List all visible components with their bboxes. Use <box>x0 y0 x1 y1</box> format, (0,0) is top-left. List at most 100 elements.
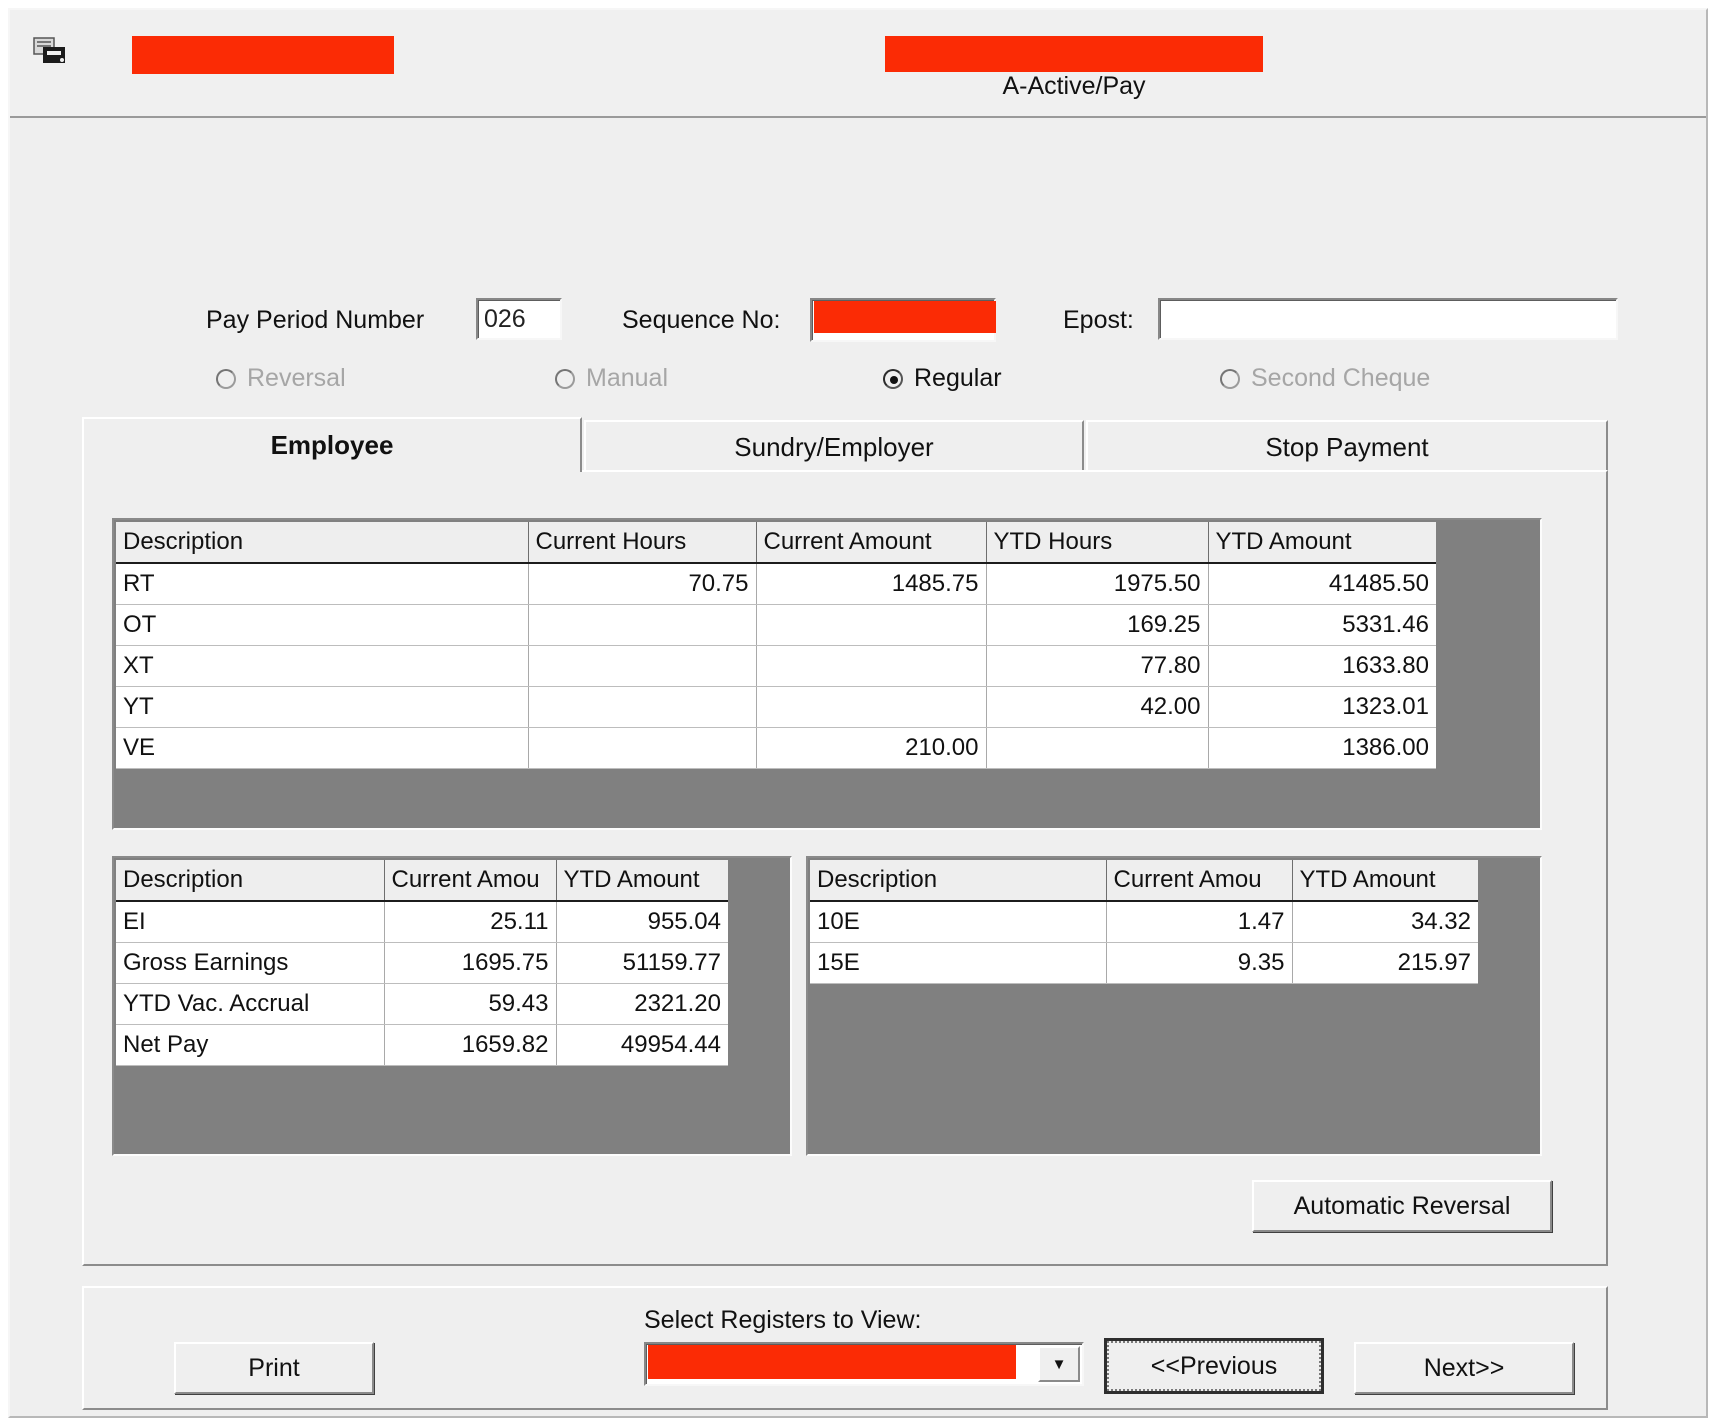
deductions-grid[interactable]: Description Current Amou YTD Amount EI 2… <box>112 856 792 1156</box>
pay-period-value: 026 <box>484 305 526 333</box>
bottom-action-bar: Select Registers to View: ▼ Print <<Prev… <box>82 1286 1608 1410</box>
tab-strip: Employee Sundry/Employer Stop Payment <box>82 417 1608 472</box>
tab-stop-payment-label: Stop Payment <box>1265 431 1429 462</box>
cell-current-amount: 1659.82 <box>384 1024 557 1066</box>
cell-description: YT <box>116 686 529 728</box>
col-description[interactable]: Description <box>116 860 385 902</box>
earnings-grid[interactable]: Description Current Hours Current Amount… <box>112 518 1542 830</box>
radio-manual[interactable]: Manual <box>555 364 668 393</box>
previous-label: <<Previous <box>1107 1341 1321 1391</box>
cell-current-amount <box>756 645 987 687</box>
select-registers-label: Select Registers to View: <box>644 1306 922 1334</box>
cell-description: YTD Vac. Accrual <box>116 983 385 1025</box>
table-row[interactable]: RT 70.75 1485.75 1975.50 41485.50 <box>116 563 1436 605</box>
table-row[interactable]: YT 42.00 1323.01 <box>116 686 1436 728</box>
cell-ytd-amount: 2321.20 <box>556 983 728 1025</box>
radio-second-cheque[interactable]: Second Cheque <box>1220 364 1430 393</box>
col-description[interactable]: Description <box>810 860 1107 902</box>
radio-dot-icon <box>216 368 236 389</box>
table-header-row: Description Current Amou YTD Amount <box>116 860 728 902</box>
sequence-no-input[interactable] <box>810 298 996 342</box>
col-ytd-hours[interactable]: YTD Hours <box>986 522 1209 564</box>
tab-employee[interactable]: Employee <box>82 417 582 472</box>
table-row[interactable]: VE 210.00 1386.00 <box>116 727 1436 769</box>
cell-ytd-amount: 49954.44 <box>556 1024 728 1066</box>
window-title-redacted <box>132 36 394 74</box>
col-description[interactable]: Description <box>116 522 529 564</box>
col-current-amount[interactable]: Current Amou <box>384 860 557 902</box>
cell-ytd-hours: 1975.50 <box>986 563 1209 605</box>
taxes-grid[interactable]: Description Current Amou YTD Amount 10E … <box>806 856 1542 1156</box>
cell-description: OT <box>116 604 529 646</box>
tab-panel: Employee Sundry/Employer Stop Payment De… <box>82 417 1608 1266</box>
register-value-redacted <box>648 1345 1016 1379</box>
pay-period-input[interactable]: 026 <box>476 298 562 340</box>
print-button[interactable]: Print <box>174 1342 374 1394</box>
cell-current-amount <box>756 686 987 728</box>
radio-reversal[interactable]: Reversal <box>216 364 346 393</box>
col-current-hours[interactable]: Current Hours <box>528 522 757 564</box>
cell-description: XT <box>116 645 529 687</box>
cell-ytd-amount: 1633.80 <box>1208 645 1436 687</box>
epost-input[interactable] <box>1158 298 1618 340</box>
table-row[interactable]: OT 169.25 5331.46 <box>116 604 1436 646</box>
cell-description: Net Pay <box>116 1024 385 1066</box>
col-ytd-amount[interactable]: YTD Amount <box>1292 860 1478 902</box>
table-row[interactable]: EI 25.11 955.04 <box>116 901 728 943</box>
cell-description: Gross Earnings <box>116 942 385 984</box>
sequence-no-redacted <box>814 301 996 333</box>
cell-ytd-amount: 1386.00 <box>1208 727 1436 769</box>
table-row[interactable]: Gross Earnings 1695.75 51159.77 <box>116 942 728 984</box>
radio-dot-icon <box>555 368 575 389</box>
tab-sundry-employer[interactable]: Sundry/Employer <box>584 420 1084 472</box>
table-header-row: Description Current Amou YTD Amount <box>810 860 1478 902</box>
sequence-no-label: Sequence No: <box>622 306 781 334</box>
automatic-reversal-button[interactable]: Automatic Reversal <box>1252 1180 1552 1232</box>
next-label: Next>> <box>1423 1353 1505 1382</box>
previous-button[interactable]: <<Previous <box>1104 1338 1324 1394</box>
cell-current-hours <box>528 604 757 646</box>
tab-body-employee: Description Current Hours Current Amount… <box>82 470 1608 1266</box>
cell-ytd-amount: 41485.50 <box>1208 563 1436 605</box>
next-button[interactable]: Next>> <box>1354 1342 1574 1394</box>
cell-current-hours <box>528 645 757 687</box>
cell-ytd-amount: 215.97 <box>1292 942 1478 984</box>
radio-regular[interactable]: Regular <box>883 364 1002 393</box>
tab-employee-label: Employee <box>270 430 394 460</box>
cell-ytd-amount: 34.32 <box>1292 901 1478 943</box>
cell-description: EI <box>116 901 385 943</box>
epost-label: Epost: <box>1063 306 1134 334</box>
cell-current-amount: 1.47 <box>1106 901 1293 943</box>
cell-current-amount: 1485.75 <box>756 563 987 605</box>
cell-current-amount <box>756 604 987 646</box>
title-bar: A-Active/Pay <box>10 10 1706 118</box>
radio-second-cheque-label: Second Cheque <box>1251 364 1431 392</box>
col-ytd-amount[interactable]: YTD Amount <box>1208 522 1436 564</box>
register-selector-dropdown[interactable]: ▼ <box>644 1342 1084 1386</box>
cell-current-amount: 59.43 <box>384 983 557 1025</box>
pay-type-radio-group: Reversal Manual Regular Second Cheque <box>10 364 1706 404</box>
col-ytd-amount[interactable]: YTD Amount <box>556 860 728 902</box>
cell-description: VE <box>116 727 529 769</box>
cell-ytd-hours: 169.25 <box>986 604 1209 646</box>
table-row[interactable]: 10E 1.47 34.32 <box>810 901 1478 943</box>
table-row[interactable]: Net Pay 1659.82 49954.44 <box>116 1024 728 1066</box>
cell-current-hours <box>528 727 757 769</box>
table-row[interactable]: 15E 9.35 215.97 <box>810 942 1478 984</box>
cell-current-hours: 70.75 <box>528 563 757 605</box>
pay-period-label: Pay Period Number <box>206 306 425 334</box>
employee-name-redacted <box>885 36 1263 72</box>
cell-ytd-amount: 955.04 <box>556 901 728 943</box>
col-current-amount[interactable]: Current Amount <box>756 522 987 564</box>
cell-ytd-amount: 5331.46 <box>1208 604 1436 646</box>
radio-dot-icon <box>1220 368 1240 389</box>
table-row[interactable]: XT 77.80 1633.80 <box>116 645 1436 687</box>
cell-current-hours <box>528 686 757 728</box>
chevron-down-icon[interactable]: ▼ <box>1038 1346 1080 1382</box>
col-current-amount[interactable]: Current Amou <box>1106 860 1293 902</box>
tab-stop-payment[interactable]: Stop Payment <box>1086 420 1608 472</box>
table-row[interactable]: YTD Vac. Accrual 59.43 2321.20 <box>116 983 728 1025</box>
cell-ytd-hours: 77.80 <box>986 645 1209 687</box>
cell-ytd-hours: 42.00 <box>986 686 1209 728</box>
automatic-reversal-label: Automatic Reversal <box>1293 1191 1511 1220</box>
